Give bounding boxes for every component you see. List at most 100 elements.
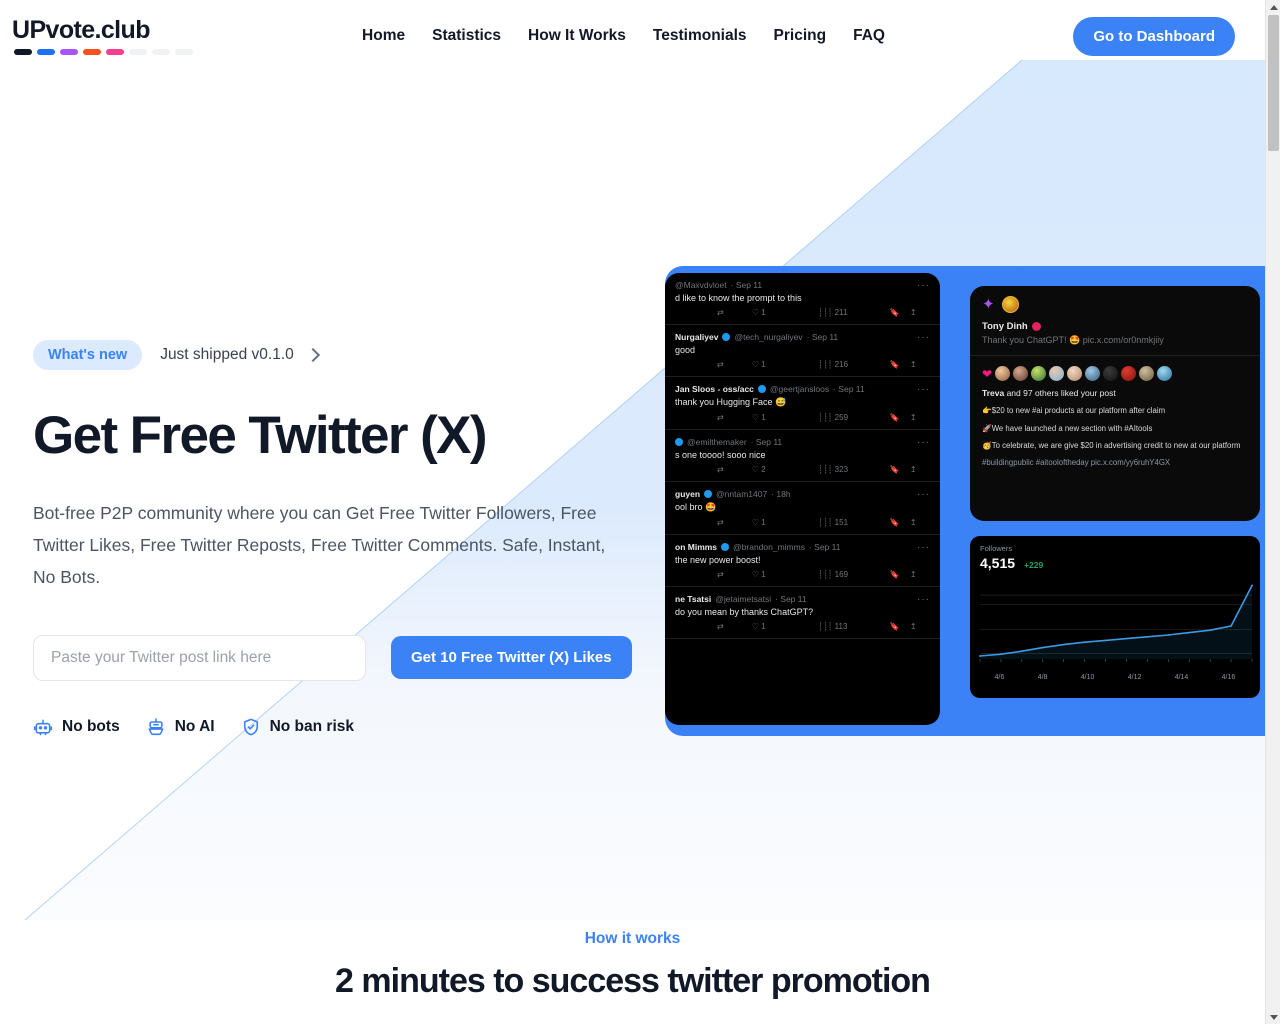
repost-icon[interactable]: ⇄ xyxy=(675,413,752,422)
notification-line-3: 🥳To celebrate, we are give $20 in advert… xyxy=(982,441,1241,451)
tweet-body: d like to know the prompt to this xyxy=(675,293,802,303)
bookmark-icon[interactable]: 🔖 xyxy=(890,622,910,631)
tweet-handle: @geertjansloos xyxy=(769,384,830,394)
trust-badge-no-ai: No AI xyxy=(146,717,215,737)
tweet-date: · Sep 11 xyxy=(806,332,839,342)
repost-icon[interactable]: ⇄ xyxy=(675,518,752,527)
bookmark-icon[interactable]: 🔖 xyxy=(890,570,910,579)
tweet-item[interactable]: @Maxvdvloet · Sep 11 ··· d like to know the… xyxy=(665,273,940,325)
like-action[interactable]: ♡ 1 xyxy=(752,570,818,579)
logo-dash-3 xyxy=(83,48,101,55)
share-icon[interactable]: ↥ xyxy=(910,622,930,631)
like-action[interactable]: ♡ 1 xyxy=(752,413,818,422)
tweet-handle: @Maxvdvloet xyxy=(675,280,727,290)
go-to-dashboard-button[interactable]: Go to Dashboard xyxy=(1073,16,1235,56)
scroll-down-arrow[interactable] xyxy=(1266,1010,1280,1024)
bookmark-icon[interactable]: 🔖 xyxy=(890,308,910,317)
repost-icon[interactable]: ⇄ xyxy=(675,570,752,579)
share-icon[interactable]: ↥ xyxy=(910,360,930,369)
avatar xyxy=(1085,366,1101,381)
views-action[interactable]: ┊┊┊ 216 xyxy=(818,360,890,369)
bookmark-icon[interactable]: 🔖 xyxy=(890,413,910,422)
page-scrollbar[interactable] xyxy=(1265,0,1280,1024)
tweet-item[interactable]: @emilthemaker · Sep 11 ··· s one toooo! soo… xyxy=(665,430,940,482)
avatar xyxy=(1013,366,1029,381)
views-action[interactable]: ┊┊┊ 151 xyxy=(818,518,890,527)
views-action[interactable]: ┊┊┊ 323 xyxy=(818,465,890,474)
tweet-item[interactable]: Nurgaliyev @tech_nurgaliyev · Sep 11 ··· goo… xyxy=(665,325,940,377)
like-action[interactable]: ♡ 1 xyxy=(752,360,818,369)
just-shipped-link[interactable]: Just shipped v0.1.0 xyxy=(160,346,320,364)
more-options-icon[interactable]: ··· xyxy=(917,542,930,553)
nav-item-home[interactable]: Home xyxy=(362,27,405,45)
share-icon[interactable]: ↥ xyxy=(910,570,930,579)
tweet-item[interactable]: ne Tsatsi @jetaimetsatsi · Sep 11 ··· do you… xyxy=(665,587,940,639)
repost-icon[interactable]: ⇄ xyxy=(675,622,752,631)
like-action[interactable]: ♡ 1 xyxy=(752,622,818,631)
tweet-author: guyen xyxy=(675,489,701,499)
notification-likes: ❤ Treva and 97 others liked your post 👉$… xyxy=(970,356,1260,477)
more-options-icon[interactable]: ··· xyxy=(917,489,930,500)
scroll-up-arrow[interactable] xyxy=(1266,0,1280,14)
whats-new-badge[interactable]: What's new xyxy=(33,340,143,370)
tweet-header: guyen @nntam1407 · 18h ··· xyxy=(675,489,930,500)
repost-icon[interactable]: ⇄ xyxy=(675,465,752,474)
main-nav: Home Statistics How It Works Testimonial… xyxy=(312,27,935,45)
logo[interactable]: UPvote.club xyxy=(12,15,312,55)
nav-item-how-it-works[interactable]: How It Works xyxy=(528,27,626,45)
repost-icon[interactable]: ⇄ xyxy=(675,308,752,317)
more-options-icon[interactable]: ··· xyxy=(917,332,930,343)
views-action[interactable]: ┊┊┊ 169 xyxy=(818,570,890,579)
avatar xyxy=(1001,296,1019,313)
share-icon[interactable]: ↥ xyxy=(910,308,930,317)
tweet-list: @Maxvdvloet · Sep 11 ··· d like to know the… xyxy=(665,273,940,639)
share-icon[interactable]: ↥ xyxy=(910,518,930,527)
nav-item-pricing[interactable]: Pricing xyxy=(774,27,827,45)
like-action[interactable]: ♡ 1 xyxy=(752,518,818,527)
logo-text: UPvote.club xyxy=(12,15,150,44)
tweet-body: s one toooo! sooo nice xyxy=(675,450,766,460)
heart-icon: ❤ xyxy=(982,366,993,381)
repost-icon[interactable]: ⇄ xyxy=(675,360,752,369)
avatar xyxy=(1157,366,1173,381)
bookmark-icon[interactable]: 🔖 xyxy=(890,465,910,474)
tweet-feed-card: @Maxvdvloet · Sep 11 ··· d like to know the… xyxy=(665,273,940,725)
views-action[interactable]: ┊┊┊ 259 xyxy=(818,413,890,422)
tweet-date: · 18h xyxy=(771,489,791,499)
more-options-icon[interactable]: ··· xyxy=(917,594,930,605)
tweet-date: · Sep 11 xyxy=(730,280,763,290)
tweet-item[interactable]: on Mimms @brandon_mimms · Sep 11 ··· the new… xyxy=(665,535,940,587)
scrollbar-thumb[interactable] xyxy=(1268,15,1279,151)
more-options-icon[interactable]: ··· xyxy=(917,437,930,448)
like-action[interactable]: ♡ 2 xyxy=(752,465,818,474)
share-icon[interactable]: ↥ xyxy=(910,465,930,474)
bookmark-icon[interactable]: 🔖 xyxy=(890,360,910,369)
tweet-header: ne Tsatsi @jetaimetsatsi · Sep 11 ··· xyxy=(675,594,930,605)
more-options-icon[interactable]: ··· xyxy=(917,280,930,291)
tweet-date: · Sep 11 xyxy=(750,437,783,447)
tweet-author: ne Tsatsi xyxy=(675,594,712,604)
just-shipped-label: Just shipped v0.1.0 xyxy=(160,346,294,363)
views-action[interactable]: ┊┊┊ 211 xyxy=(818,308,890,317)
logo-dash-4 xyxy=(106,48,124,55)
twitter-post-link-input[interactable] xyxy=(33,634,366,681)
like-action[interactable]: ♡ 1 xyxy=(752,308,818,317)
shield-check-icon xyxy=(243,718,258,736)
nav-item-testimonials[interactable]: Testimonials xyxy=(653,27,747,45)
how-it-works-eyebrow: How it works xyxy=(584,929,681,947)
chart-tick-5: 4/16 xyxy=(1221,674,1236,681)
bookmark-icon[interactable]: 🔖 xyxy=(890,518,910,527)
nav-item-faq[interactable]: FAQ xyxy=(853,27,885,45)
tweet-item[interactable]: Jan Sloos - oss/acc @geertjansloos · Sep 1… xyxy=(665,377,940,430)
chart-title: Followers xyxy=(980,544,1013,553)
tweet-actions: ⇄ ♡ 1 ┊┊┊ 113 🔖 ↥ xyxy=(675,622,930,635)
views-action[interactable]: ┊┊┊ 113 xyxy=(818,622,890,631)
tweet-item[interactable]: guyen @nntam1407 · 18h ··· ool bro 🤩 ⇄ ♡ 1 ┊┊┊ … xyxy=(665,482,940,535)
more-options-icon[interactable]: ··· xyxy=(917,384,930,395)
nav-item-statistics[interactable]: Statistics xyxy=(432,27,501,45)
badge-icon xyxy=(1031,322,1041,331)
how-it-works-section: How it works 2 minutes to success twitte… xyxy=(0,930,1265,1001)
avatar xyxy=(1121,366,1137,381)
get-free-likes-button[interactable]: Get 10 Free Twitter (X) Likes xyxy=(391,636,632,680)
share-icon[interactable]: ↥ xyxy=(910,413,930,422)
